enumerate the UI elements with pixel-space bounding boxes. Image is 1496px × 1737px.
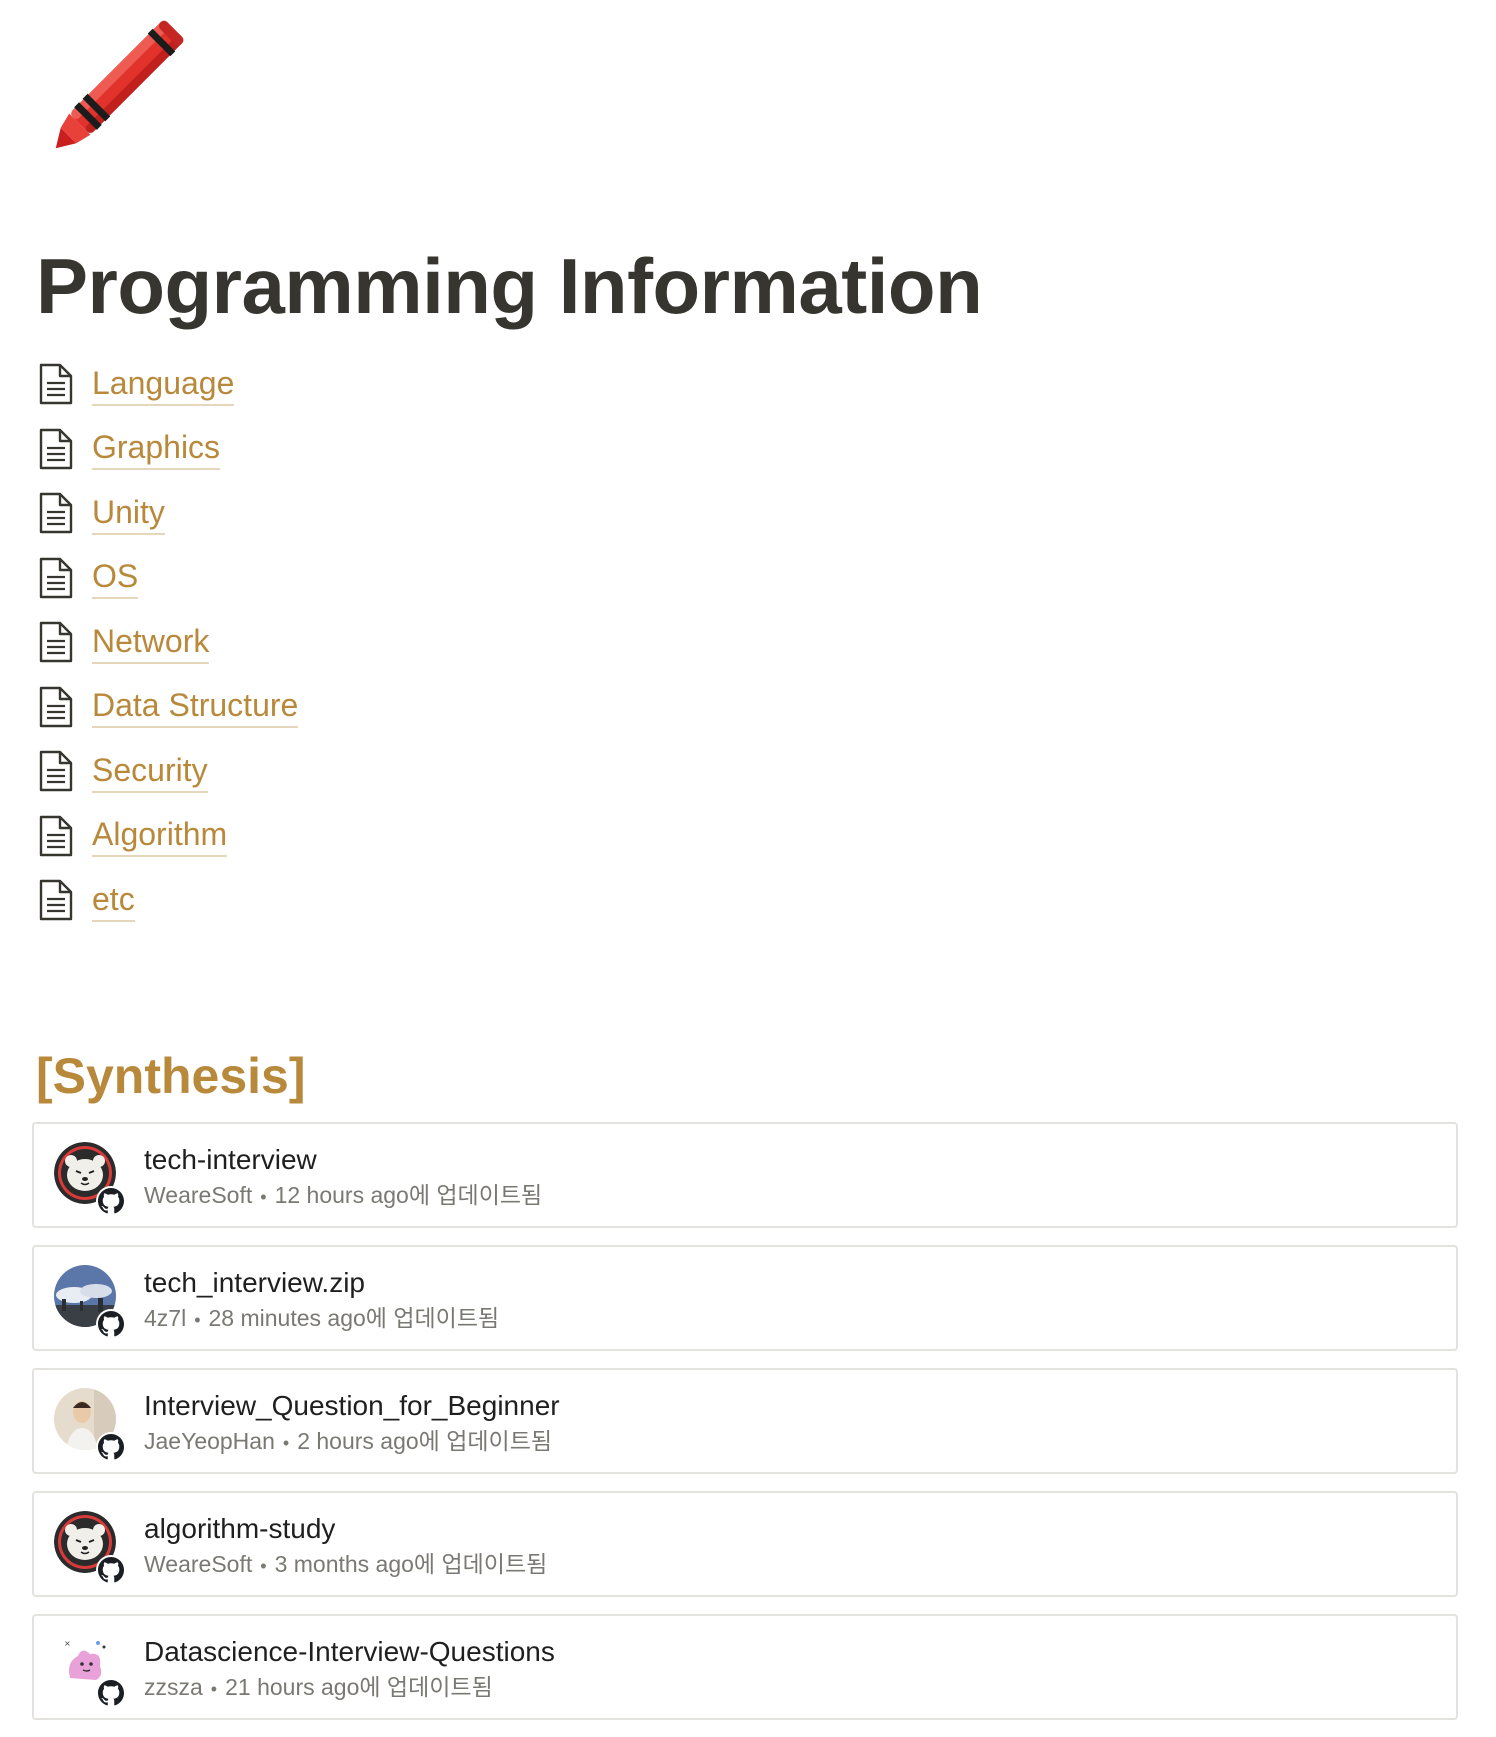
subpage-link-etc[interactable]: etc	[38, 868, 738, 933]
document-icon	[39, 622, 73, 663]
repo-owner: zzsza	[144, 1674, 203, 1700]
repo-meta: zzsza • 21 hours ago에 업데이트됨	[144, 1672, 493, 1704]
repo-owner-avatar-wrap	[54, 1142, 126, 1216]
subpage-link-label[interactable]: Unity	[92, 492, 165, 535]
repo-name: Interview_Question_for_Beginner	[144, 1390, 560, 1421]
subpage-link-label[interactable]: Algorithm	[92, 814, 228, 858]
repo-bookmark-interview-question-for-beginner[interactable]: Interview_Question_for_Beginner JaeYeopH…	[32, 1368, 1458, 1474]
repo-owner-avatar-wrap	[54, 1388, 126, 1462]
subpage-link-label[interactable]: Data Structure	[92, 685, 299, 729]
repo-owner: WeareSoft	[144, 1182, 253, 1208]
repo-owner: JaeYeopHan	[144, 1428, 275, 1454]
subpage-link-label[interactable]: OS	[92, 556, 139, 600]
document-icon	[39, 364, 73, 405]
repo-name: tech-interview	[144, 1144, 317, 1175]
subpage-link-language[interactable]: Language	[38, 352, 738, 417]
repo-meta: JaeYeopHan • 2 hours ago에 업데이트됨	[144, 1426, 552, 1458]
repo-updated: 3 months ago에 업데이트됨	[274, 1551, 548, 1577]
document-icon	[39, 686, 73, 727]
repo-bookmark-list: tech-interview WeareSoft • 12 hours ago에 업…	[32, 1122, 1458, 1737]
document-icon	[39, 815, 73, 856]
subpage-link-algorithm[interactable]: Algorithm	[38, 804, 738, 869]
repo-name: tech_interview.zip	[144, 1267, 366, 1298]
repo-owner: 4z7l	[144, 1305, 187, 1331]
repo-updated: 12 hours ago에 업데이트됨	[274, 1182, 543, 1208]
repo-updated: 28 minutes ago에 업데이트됨	[208, 1305, 500, 1331]
subpage-link-label[interactable]: Graphics	[92, 427, 221, 471]
document-icon	[39, 751, 73, 792]
meta-separator: •	[282, 1433, 290, 1453]
subpage-link-label[interactable]: Security	[92, 750, 208, 793]
section-heading-synthesis: [Synthesis]	[36, 1048, 306, 1104]
repo-meta: WeareSoft • 3 months ago에 업데이트됨	[144, 1549, 547, 1581]
repo-owner-avatar-wrap	[54, 1265, 126, 1339]
subpage-link-os[interactable]: OS	[38, 546, 738, 611]
document-icon	[39, 880, 73, 921]
subpage-link-label[interactable]: Network	[92, 621, 210, 664]
repo-name: Datascience-Interview-Questions	[144, 1636, 555, 1667]
github-icon	[96, 1309, 126, 1339]
repo-bookmark-algorithm-study[interactable]: algorithm-study WeareSoft • 3 months ago에 …	[32, 1491, 1458, 1597]
github-icon	[96, 1678, 126, 1708]
repo-updated: 2 hours ago에 업데이트됨	[297, 1428, 553, 1454]
subpage-link-label[interactable]: Language	[92, 363, 235, 406]
document-icon	[39, 493, 73, 534]
repo-bookmark-datascience-interview-questions[interactable]: × Datascience-Interview-Questions zzsza •…	[32, 1614, 1458, 1720]
github-icon	[96, 1186, 126, 1216]
crayon-icon[interactable]	[38, 6, 198, 166]
subpage-link-graphics[interactable]: Graphics	[38, 417, 738, 482]
svg-text:×: ×	[64, 1639, 71, 1648]
meta-separator: •	[260, 1187, 267, 1207]
subpage-list: Language Graphics Unity OS Network Data …	[38, 352, 738, 933]
subpage-link-label[interactable]: etc	[92, 879, 135, 922]
repo-owner: WeareSoft	[144, 1551, 253, 1577]
github-icon	[96, 1555, 126, 1585]
repo-meta: 4z7l • 28 minutes ago에 업데이트됨	[144, 1303, 499, 1335]
github-icon	[96, 1432, 126, 1462]
meta-separator: •	[210, 1679, 218, 1699]
subpage-link-network[interactable]: Network	[38, 610, 738, 675]
repo-name: algorithm-study	[144, 1513, 336, 1544]
repo-updated: 21 hours ago에 업데이트됨	[225, 1674, 493, 1700]
document-icon	[39, 557, 73, 598]
document-icon	[39, 428, 73, 469]
page-title: Programming Information	[36, 242, 983, 330]
repo-bookmark-tech-interview[interactable]: tech-interview WeareSoft • 12 hours ago에 업…	[32, 1122, 1458, 1228]
subpage-link-data-structure[interactable]: Data Structure	[38, 675, 738, 740]
repo-owner-avatar-wrap: ×	[54, 1634, 126, 1708]
meta-separator: •	[194, 1310, 201, 1330]
notion-page: Programming Information Language Graphic…	[0, 0, 1496, 1728]
repo-bookmark-tech-interview-zip[interactable]: tech_interview.zip 4z7l • 28 minutes ago에 …	[32, 1245, 1458, 1351]
subpage-link-security[interactable]: Security	[38, 739, 738, 804]
repo-owner-avatar-wrap	[54, 1511, 126, 1585]
meta-separator: •	[260, 1556, 267, 1576]
repo-meta: WeareSoft • 12 hours ago에 업데이트됨	[144, 1180, 542, 1212]
subpage-link-unity[interactable]: Unity	[38, 481, 738, 546]
